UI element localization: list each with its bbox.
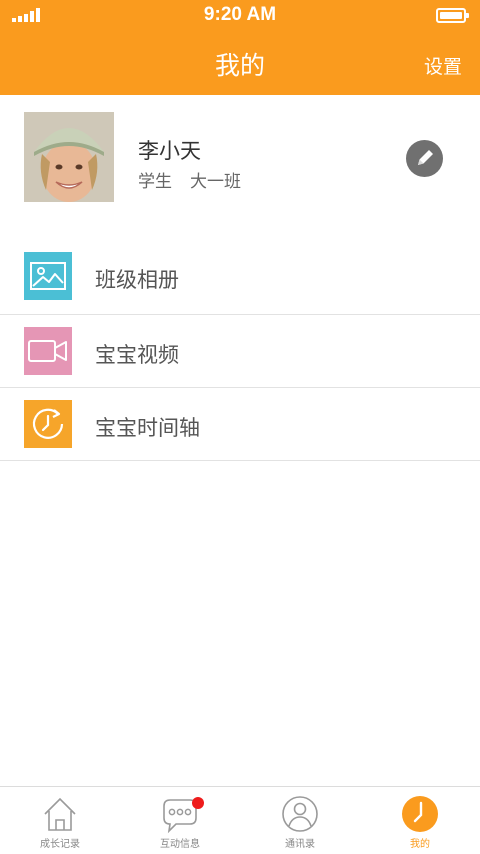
- notification-badge: [192, 797, 204, 809]
- photo-album-icon: [24, 252, 72, 300]
- tab-mine[interactable]: 我的: [360, 787, 480, 854]
- menu-item-label: 班级相册: [95, 268, 179, 292]
- profile-class: 大一班: [190, 172, 241, 192]
- status-bar: 9:20 AM: [0, 0, 480, 32]
- menu-item-baby-timeline[interactable]: 宝宝时间轴: [0, 388, 480, 461]
- menu-list: 班级相册 宝宝视频 宝宝时间轴: [0, 240, 480, 461]
- house-icon: [40, 794, 80, 834]
- menu-item-label: 宝宝时间轴: [95, 416, 200, 440]
- avatar[interactable]: [24, 112, 114, 202]
- clock-icon: [400, 794, 440, 834]
- pencil-icon: [418, 150, 433, 165]
- tab-label: 通讯录: [285, 839, 315, 850]
- bottom-tab-bar: 成长记录 互动信息 通讯录 我的: [0, 786, 480, 854]
- tab-label: 我的: [410, 839, 430, 850]
- top-bar: 9:20 AM 我的 设置: [0, 0, 480, 95]
- page-title: 我的: [214, 51, 265, 80]
- profile-role: 学生: [138, 172, 172, 192]
- battery-icon: [436, 8, 469, 23]
- menu-item-baby-video[interactable]: 宝宝视频: [0, 315, 480, 388]
- tab-growth-record[interactable]: 成长记录: [0, 787, 120, 854]
- contact-person-icon: [280, 794, 320, 834]
- profile-name: 李小天: [138, 139, 201, 163]
- tab-contacts[interactable]: 通讯录: [240, 787, 360, 854]
- video-camera-icon: [24, 327, 72, 375]
- settings-button[interactable]: 设置: [424, 52, 462, 79]
- profile-card: 李小天 学生 大一班: [0, 95, 480, 220]
- edit-profile-button[interactable]: [406, 140, 443, 177]
- menu-item-label: 宝宝视频: [95, 343, 179, 367]
- tab-interaction[interactable]: 互动信息: [120, 787, 240, 854]
- timeline-clock-icon: [24, 400, 72, 448]
- tab-label: 成长记录: [40, 839, 80, 850]
- menu-item-class-album[interactable]: 班级相册: [0, 240, 480, 315]
- status-time: 9:20 AM: [203, 4, 277, 25]
- tab-label: 互动信息: [160, 839, 200, 850]
- profile-meta: 学生 大一班: [138, 167, 241, 192]
